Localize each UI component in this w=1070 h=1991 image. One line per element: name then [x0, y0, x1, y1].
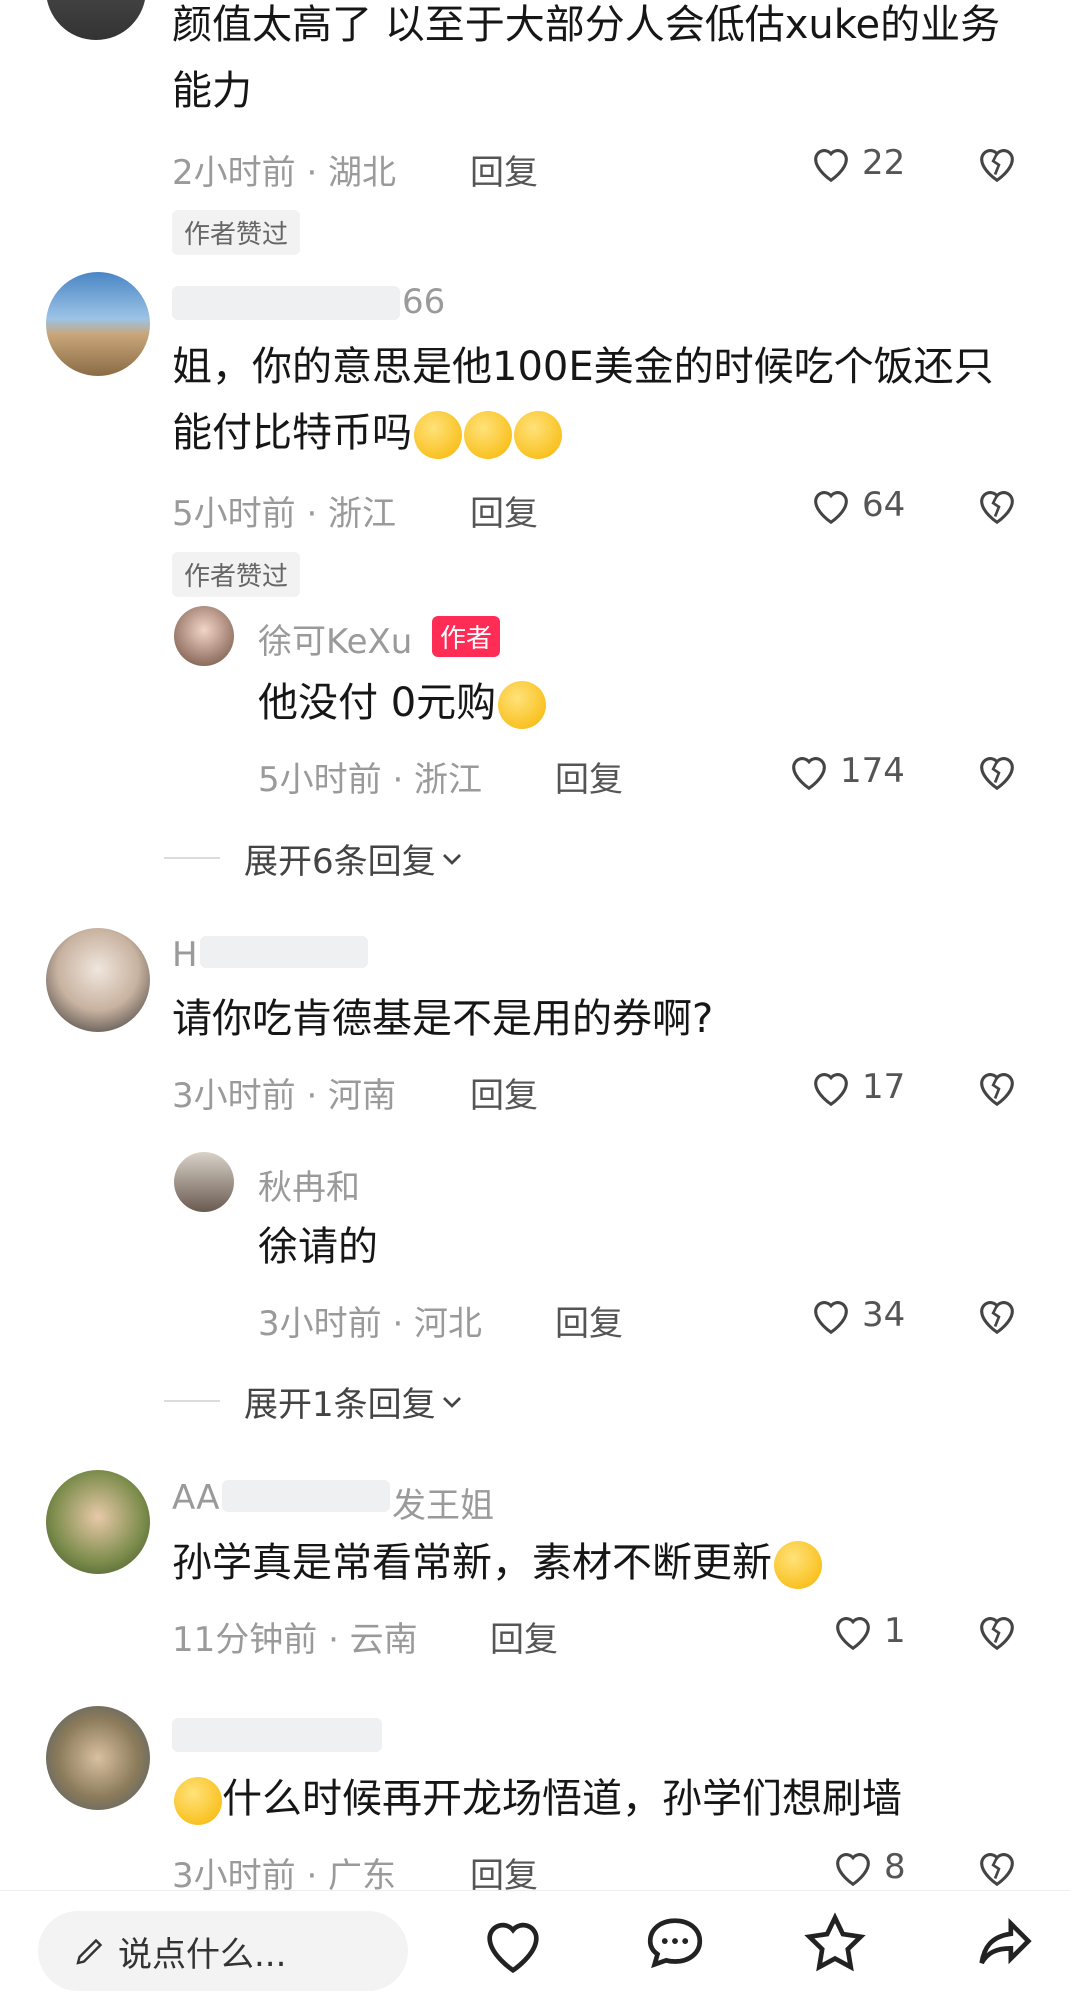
smirk-emoji-icon [498, 681, 547, 729]
dislike-icon[interactable] [974, 1844, 1020, 1890]
like-button[interactable]: 1 [830, 1608, 906, 1654]
bottom-action-bar: 说点什么... [0, 1890, 1070, 1991]
laugh-cry-emoji-icon [514, 411, 562, 459]
like-button[interactable]: 8 [830, 1844, 906, 1890]
username[interactable]: 秋冉和 [258, 1160, 360, 1209]
author-liked-tag: 作者赞过 [172, 210, 301, 255]
dislike-icon[interactable] [974, 1292, 1020, 1338]
heart-icon[interactable] [478, 1909, 548, 1979]
username[interactable]: 66 [402, 282, 445, 322]
heart-icon [814, 1073, 848, 1107]
like-button[interactable]: 17 [808, 1064, 905, 1110]
blurred-username [200, 936, 368, 968]
username[interactable]: 徐可KeXu [258, 614, 412, 663]
share-icon[interactable] [970, 1909, 1040, 1979]
avatar[interactable] [46, 1706, 150, 1810]
blurred-username [222, 1480, 390, 1512]
avatar[interactable] [46, 0, 146, 40]
chevron-down-icon [442, 1396, 461, 1408]
comment-text: 孙学真是常看常新，素材不断更新 [172, 1530, 1032, 1596]
expand-replies-button[interactable]: 展开6条回复 [244, 834, 468, 883]
like-count: 22 [862, 143, 906, 183]
like-button[interactable]: 22 [808, 140, 905, 186]
comment-meta: 2小时前 · 湖北 [172, 153, 397, 193]
comment-text: 颜值太高了 以至于大部分人会低估xuke的业务能力 [172, 2, 1001, 114]
heart-icon [814, 1301, 848, 1335]
expand-label: 展开1条回复 [244, 1385, 436, 1425]
heart-icon [792, 757, 826, 791]
dislike-icon[interactable] [974, 1064, 1020, 1110]
relieved-emoji-icon [174, 1777, 222, 1825]
grin-emoji-icon [774, 1541, 822, 1589]
author-badge: 作者 [432, 616, 501, 657]
avatar[interactable] [174, 606, 234, 666]
comment-text: 姐，你的意思是他100E美金的时候吃个饭还只能付比特币吗 [172, 334, 1032, 466]
chevron-down-icon [442, 853, 461, 865]
like-count: 34 [862, 1295, 906, 1335]
reply-button[interactable]: 回复 [470, 1068, 538, 1117]
author-liked-tag: 作者赞过 [172, 552, 301, 597]
like-count: 174 [840, 751, 905, 791]
like-button[interactable]: 174 [786, 748, 905, 794]
heart-icon [814, 491, 848, 525]
dislike-icon[interactable] [974, 1608, 1020, 1654]
divider [164, 857, 220, 859]
dislike-icon[interactable] [974, 482, 1020, 528]
pencil-icon [76, 1938, 103, 1965]
star-icon[interactable] [800, 1909, 870, 1979]
comment-meta: 3小时前 · 河北 [258, 1304, 483, 1344]
comment-meta: 3小时前 · 河南 [172, 1076, 397, 1116]
dislike-icon[interactable] [974, 140, 1020, 186]
comment-text: 什么时候再开龙场悟道，孙学们想刷墙 [172, 1766, 1032, 1832]
reply-button[interactable]: 回复 [490, 1612, 558, 1661]
like-button[interactable]: 64 [808, 482, 905, 528]
heart-icon [836, 1853, 870, 1887]
dislike-icon[interactable] [974, 748, 1020, 794]
comment-meta: 5小时前 · 浙江 [172, 494, 397, 534]
reply-button[interactable]: 回复 [470, 145, 538, 194]
avatar[interactable] [174, 1152, 234, 1212]
like-count: 8 [884, 1847, 906, 1887]
reply-button[interactable]: 回复 [555, 752, 623, 801]
reply-button[interactable]: 回复 [470, 486, 538, 535]
like-button[interactable]: 34 [808, 1292, 905, 1338]
username[interactable]: AA [172, 1478, 219, 1518]
like-count: 17 [862, 1067, 906, 1107]
reply-button[interactable]: 回复 [555, 1296, 623, 1345]
avatar[interactable] [46, 928, 150, 1032]
comment-input[interactable]: 说点什么... [38, 1911, 408, 1991]
like-count: 64 [862, 485, 906, 525]
heart-icon [836, 1617, 870, 1651]
blurred-username [172, 286, 400, 320]
expand-label: 展开6条回复 [244, 842, 436, 882]
like-count: 1 [884, 1611, 906, 1651]
avatar[interactable] [46, 272, 150, 376]
comment-text: 徐请的 [258, 1224, 378, 1270]
heart-icon [814, 149, 848, 183]
username[interactable]: H [172, 935, 198, 975]
username[interactable]: 发王姐 [392, 1478, 494, 1527]
input-placeholder: 说点什么... [118, 1934, 287, 1975]
blurred-username [172, 1718, 382, 1752]
expand-replies-button[interactable]: 展开1条回复 [244, 1377, 468, 1426]
comment-text: 请你吃肯德基是不是用的券啊? [172, 996, 714, 1042]
comment-meta: 11分钟前 · 云南 [172, 1620, 418, 1660]
comment-icon[interactable] [640, 1909, 710, 1979]
comment-meta: 5小时前 · 浙江 [258, 760, 483, 800]
laugh-cry-emoji-icon [464, 411, 512, 459]
laugh-cry-emoji-icon [414, 411, 462, 459]
comment-text: 他没付 0元购 [258, 670, 1018, 736]
divider [164, 1400, 220, 1402]
avatar[interactable] [46, 1470, 150, 1574]
